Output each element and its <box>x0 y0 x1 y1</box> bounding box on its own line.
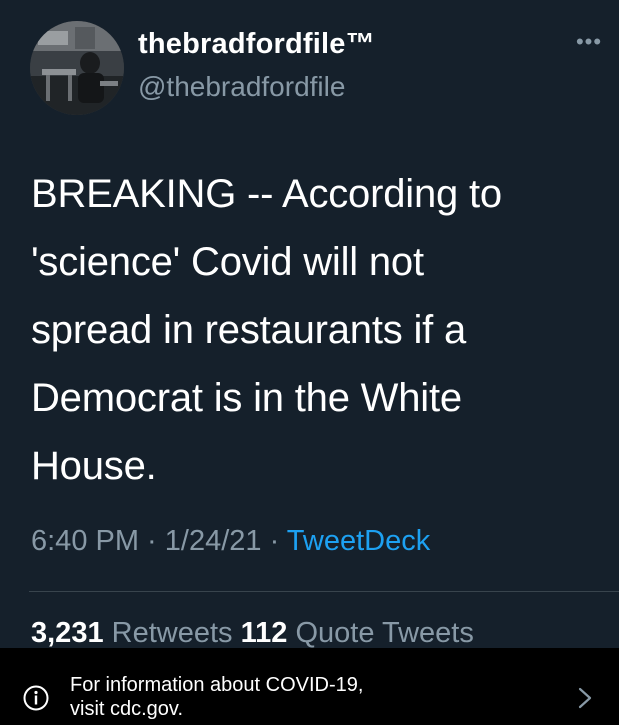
tweet-time: 6:40 PM <box>31 525 139 557</box>
display-name[interactable]: thebradfordfile™ <box>138 28 375 61</box>
avatar[interactable] <box>30 21 124 115</box>
user-handle[interactable]: @thebradfordfile <box>138 71 345 103</box>
tweet-source-link[interactable]: TweetDeck <box>287 525 430 557</box>
avatar-photo <box>30 21 124 115</box>
meta-separator: · <box>261 525 287 557</box>
quote-tweets-link[interactable]: 112 Quote Tweets <box>241 617 474 649</box>
covid-info-text[interactable]: For information about COVID-19, visit cd… <box>70 673 363 721</box>
more-options-icon[interactable]: ••• <box>571 31 607 53</box>
retweets-link[interactable]: 3,231 Retweets <box>31 617 233 649</box>
tweet-card: thebradfordfile™ @thebradfordfile ••• BR… <box>0 0 619 650</box>
retweets-label: Retweets <box>111 617 233 649</box>
retweets-count: 3,231 <box>31 617 104 649</box>
tweet-date: 1/24/21 <box>164 525 262 557</box>
quote-tweets-label: Quote Tweets <box>295 617 474 649</box>
quote-tweets-count: 112 <box>240 617 288 649</box>
tweet-text: BREAKING -- According to 'science' Covid… <box>31 172 502 488</box>
info-icon <box>23 685 49 711</box>
chevron-right-icon[interactable] <box>576 685 594 711</box>
engagement-stats: 3,231 Retweets 112 Quote Tweets <box>31 617 474 650</box>
divider <box>29 591 619 592</box>
tweet-metadata: 6:40 PM · 1/24/21 · TweetDeck <box>31 525 430 558</box>
meta-separator: · <box>139 525 165 557</box>
